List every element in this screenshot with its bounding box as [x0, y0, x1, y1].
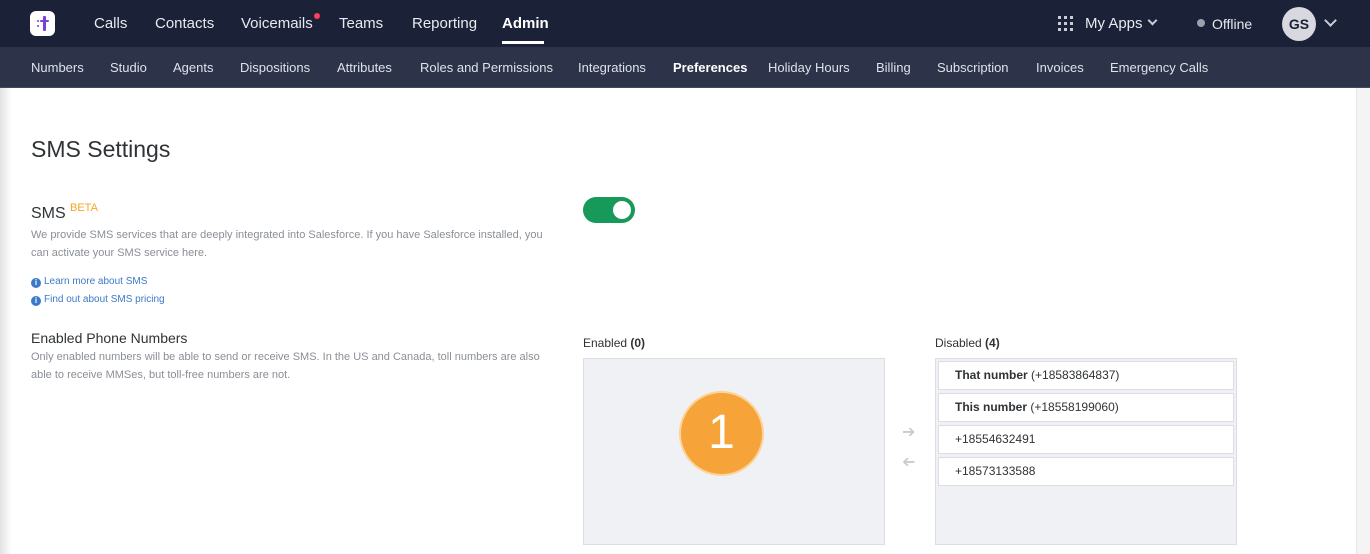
sms-setting-label: SMS: [31, 205, 66, 222]
status-indicator-dot: [1197, 19, 1205, 27]
subnav-emergency-calls[interactable]: Emergency Calls: [1110, 60, 1208, 75]
nav-reporting[interactable]: Reporting: [412, 15, 477, 32]
sms-pricing-label[interactable]: Find out about SMS pricing: [44, 294, 165, 305]
phone-numbers-description-line-2: able to receive MMSes, but toll-free num…: [31, 369, 291, 381]
subnav-billing[interactable]: Billing: [876, 60, 911, 75]
page-title: SMS Settings: [31, 136, 171, 162]
nav-active-indicator: [502, 41, 544, 44]
enabled-phone-numbers-label: Enabled Phone Numbers: [31, 330, 188, 346]
move-left-arrow-icon[interactable]: ➔: [902, 452, 915, 472]
nav-admin[interactable]: Admin: [502, 15, 549, 32]
subnav-attributes[interactable]: Attributes: [337, 60, 392, 75]
subnav-numbers[interactable]: Numbers: [31, 60, 84, 75]
toggle-knob: [613, 201, 631, 219]
presence-status[interactable]: Offline: [1212, 16, 1252, 32]
chevron-down-icon[interactable]: [1324, 14, 1337, 27]
number-value: (+18558199060): [1030, 400, 1119, 414]
enabled-title-text: Enabled: [583, 336, 628, 350]
number-value: (+18583864837): [1031, 368, 1120, 382]
disabled-number-item[interactable]: +18554632491: [938, 425, 1234, 454]
top-navigation-bar: Calls Contacts Voicemails Teams Reportin…: [0, 0, 1370, 47]
phone-numbers-description-line-1: Only enabled numbers will be able to sen…: [31, 351, 540, 363]
disabled-title-text: Disabled: [935, 336, 982, 350]
info-icon: i: [31, 296, 41, 306]
subnav-studio[interactable]: Studio: [110, 60, 147, 75]
number-value: +18554632491: [955, 432, 1036, 446]
my-apps-menu[interactable]: My Apps: [1085, 15, 1143, 32]
learn-more-sms-link[interactable]: i Learn more about SMS: [31, 276, 147, 288]
number-name: That number: [955, 368, 1028, 382]
content-edge-shadow: [0, 88, 12, 554]
subnav-subscription[interactable]: Subscription: [937, 60, 1009, 75]
enabled-count: (0): [630, 336, 646, 350]
app-logo-icon[interactable]: [30, 11, 55, 36]
disabled-count: (4): [985, 336, 1000, 350]
nav-calls[interactable]: Calls: [94, 15, 127, 32]
learn-more-sms-label[interactable]: Learn more about SMS: [44, 276, 147, 287]
beta-badge: BETA: [70, 202, 98, 214]
voicemail-notification-dot: [314, 13, 320, 19]
nav-voicemails[interactable]: Voicemails: [241, 15, 313, 32]
disabled-number-item[interactable]: This number (+18558199060): [938, 393, 1234, 422]
subnav-roles-and-permissions[interactable]: Roles and Permissions: [420, 60, 553, 75]
user-avatar[interactable]: GS: [1282, 7, 1316, 41]
disabled-number-item[interactable]: +18573133588: [938, 457, 1234, 486]
subnav-dispositions[interactable]: Dispositions: [240, 60, 310, 75]
subnav-agents[interactable]: Agents: [173, 60, 213, 75]
disabled-number-item[interactable]: That number (+18583864837): [938, 361, 1234, 390]
move-right-arrow-icon[interactable]: ➔: [902, 422, 915, 442]
enabled-list-title: Enabled (0): [583, 336, 645, 350]
sms-enable-toggle[interactable]: [583, 197, 635, 223]
number-name: This number: [955, 400, 1028, 414]
subnav-invoices[interactable]: Invoices: [1036, 60, 1084, 75]
page-scrollbar[interactable]: [1356, 88, 1370, 554]
admin-subnavigation: Numbers Studio Agents Dispositions Attri…: [0, 47, 1370, 88]
sms-description-line-2: can activate your SMS service here.: [31, 247, 208, 259]
sms-pricing-link[interactable]: i Find out about SMS pricing: [31, 294, 165, 306]
sms-description-line-1: We provide SMS services that are deeply …: [31, 229, 543, 241]
subnav-preferences[interactable]: Preferences: [673, 60, 747, 75]
subnav-holiday-hours[interactable]: Holiday Hours: [768, 60, 850, 75]
info-icon: i: [31, 278, 41, 288]
nav-contacts[interactable]: Contacts: [155, 15, 214, 32]
step-number-badge: 1: [679, 391, 764, 476]
chevron-down-icon[interactable]: [1147, 15, 1158, 26]
apps-grid-icon[interactable]: [1058, 16, 1073, 31]
disabled-list-title: Disabled (4): [935, 336, 1000, 350]
subnav-integrations[interactable]: Integrations: [578, 60, 646, 75]
number-value: +18573133588: [955, 464, 1036, 478]
nav-teams[interactable]: Teams: [339, 15, 383, 32]
